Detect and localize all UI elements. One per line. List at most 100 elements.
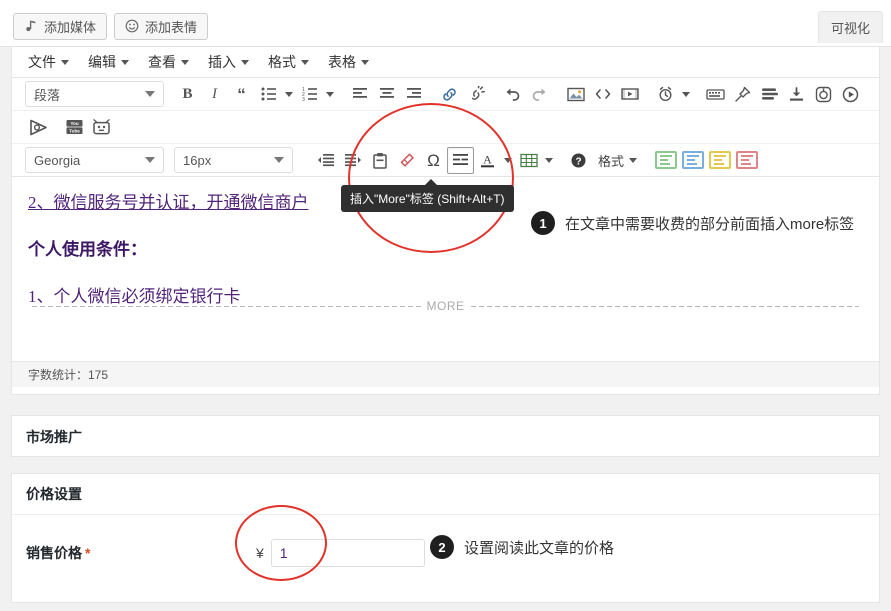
add-media-label: 添加媒体 — [44, 17, 96, 36]
tab-visual[interactable]: 可视化 — [818, 11, 883, 43]
font-family-select[interactable]: Georgia — [25, 147, 164, 173]
annotation-2-text: 设置阅读此文章的价格 — [464, 537, 614, 558]
tab-visual-label: 可视化 — [831, 18, 870, 37]
insert-image-icon[interactable] — [562, 81, 589, 108]
panel-market-title: 市场推广 — [12, 416, 879, 457]
download-icon[interactable] — [783, 81, 810, 108]
menu-table-label: 表格 — [328, 52, 356, 72]
record-icon[interactable] — [810, 81, 837, 108]
bullet-list-icon[interactable] — [255, 81, 282, 108]
menu-format-label: 格式 — [268, 52, 296, 72]
source-code-icon[interactable] — [589, 81, 616, 108]
menu-format[interactable]: 格式 — [268, 52, 309, 72]
eraser-icon[interactable] — [393, 147, 420, 174]
link-icon[interactable] — [436, 81, 463, 108]
youtube-icon[interactable]: You Tube — [61, 114, 88, 141]
currency-symbol: ¥ — [256, 545, 264, 561]
chevron-down-icon — [629, 158, 637, 163]
annotation-2-badge: 2 — [430, 535, 454, 559]
sale-price-label: 销售价格* — [26, 543, 256, 563]
unlink-icon[interactable] — [463, 81, 490, 108]
paste-clipboard-icon[interactable] — [366, 147, 393, 174]
alarm-clock-icon[interactable] — [652, 81, 679, 108]
menu-table[interactable]: 表格 — [328, 52, 369, 72]
blockquote-icon[interactable]: “ — [228, 81, 255, 108]
blue-textbox-icon[interactable] — [679, 147, 706, 174]
text-color-icon[interactable]: A — [474, 147, 501, 174]
svg-text:A: A — [483, 152, 492, 166]
paragraph-style-select[interactable]: 段落 — [25, 81, 164, 107]
toolbar-row-3: Georgia 16px Ω — [12, 144, 879, 177]
menu-insert[interactable]: 插入 — [208, 52, 249, 72]
table-dropdown[interactable] — [542, 147, 556, 174]
italic-icon[interactable]: I — [201, 81, 228, 108]
play-circle-icon[interactable] — [837, 81, 864, 108]
chevron-down-icon — [145, 91, 155, 97]
align-right-icon[interactable] — [400, 81, 427, 108]
menu-file[interactable]: 文件 — [28, 52, 69, 72]
menu-view[interactable]: 查看 — [148, 52, 189, 72]
chevron-down-icon — [241, 60, 249, 65]
play-icon[interactable] — [25, 114, 52, 141]
annotation-1-text: 在文章中需要收费的部分前面插入more标签 — [565, 213, 854, 234]
red-textbox-icon[interactable] — [733, 147, 760, 174]
smiley-icon — [125, 19, 139, 35]
help-icon[interactable]: ? — [565, 147, 592, 174]
svg-text:Tube: Tube — [69, 129, 80, 134]
bullet-list-dropdown[interactable] — [282, 81, 296, 108]
omega-icon[interactable]: Ω — [420, 147, 447, 174]
yellow-textbox-icon[interactable] — [706, 147, 733, 174]
font-family-value: Georgia — [34, 153, 137, 168]
add-emoji-label: 添加表情 — [145, 17, 197, 36]
page-root: 添加媒体 添加表情 可视化 文件 编辑 查看 — [0, 0, 891, 611]
menu-edit[interactable]: 编辑 — [88, 52, 129, 72]
insert-more-tag-icon[interactable] — [447, 147, 474, 174]
insert-video-icon[interactable] — [616, 81, 643, 108]
annotation-1-badge: 1 — [531, 211, 555, 235]
sale-price-label-text: 销售价格 — [26, 545, 82, 561]
add-media-button[interactable]: 添加媒体 — [13, 13, 107, 40]
required-asterisk: * — [85, 545, 90, 561]
font-size-value: 16px — [183, 153, 266, 168]
chevron-down-icon — [301, 60, 309, 65]
more-tag-divider: MORE — [32, 299, 859, 313]
toolbar-row-1: 段落 B I “ 123 — [12, 78, 879, 111]
align-center-icon[interactable] — [373, 81, 400, 108]
indent-increase-icon[interactable] — [339, 147, 366, 174]
menu-file-label: 文件 — [28, 52, 56, 72]
toolbar-row-2: You Tube — [12, 111, 879, 144]
chevron-down-icon — [61, 60, 69, 65]
svg-text:You: You — [70, 121, 79, 126]
redo-icon[interactable] — [526, 81, 553, 108]
numbered-list-dropdown[interactable] — [323, 81, 337, 108]
alarm-clock-dropdown[interactable] — [679, 81, 693, 108]
indent-decrease-icon[interactable] — [312, 147, 339, 174]
chevron-down-icon — [274, 157, 284, 163]
sale-price-input[interactable] — [271, 539, 425, 567]
panel-market-promotion: 市场推广 — [11, 415, 880, 457]
word-count-label: 字数统计：175 — [28, 366, 108, 383]
undo-icon[interactable] — [499, 81, 526, 108]
add-emoji-button[interactable]: 添加表情 — [114, 13, 208, 40]
tv-icon[interactable] — [88, 114, 115, 141]
table-icon[interactable] — [515, 147, 542, 174]
format-dropdown[interactable]: 格式 — [598, 151, 637, 170]
numbered-list-icon[interactable]: 123 — [296, 81, 323, 108]
chevron-down-icon — [121, 60, 129, 65]
more-tag-tooltip: 插入"More"标签 (Shift+Alt+T) — [341, 185, 514, 212]
keyboard-icon[interactable] — [702, 81, 729, 108]
pin-icon[interactable] — [729, 81, 756, 108]
green-textbox-icon[interactable] — [652, 147, 679, 174]
layers-icon[interactable] — [756, 81, 783, 108]
font-size-select[interactable]: 16px — [174, 147, 293, 173]
word-count-bar: 字数统计：175 — [12, 361, 879, 387]
text-color-dropdown[interactable] — [501, 147, 515, 174]
bold-icon[interactable]: B — [174, 81, 201, 108]
editor-menubar: 文件 编辑 查看 插入 格式 表格 — [12, 47, 879, 78]
annotation-2: 2 设置阅读此文章的价格 — [430, 535, 614, 559]
align-left-icon[interactable] — [346, 81, 373, 108]
more-divider-label: MORE — [427, 299, 465, 313]
media-note-icon — [24, 19, 38, 35]
svg-text:3: 3 — [302, 97, 305, 101]
svg-text:?: ? — [575, 156, 581, 167]
